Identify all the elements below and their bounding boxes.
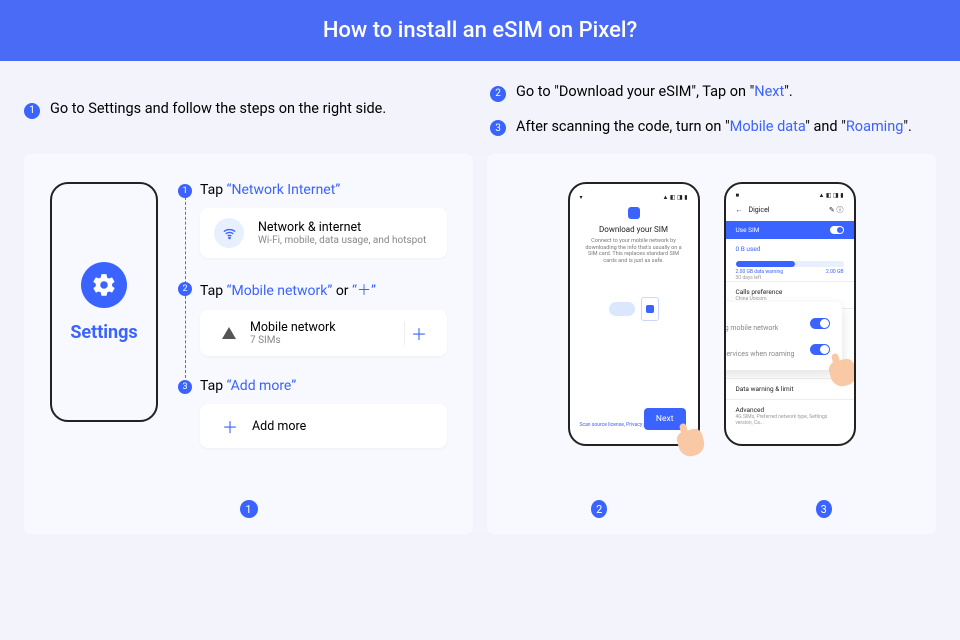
toggle-roaming[interactable]: RoamingConnect to data services when roa… [724, 336, 830, 362]
data-used: 0 B used [726, 239, 854, 253]
data-gauge [736, 261, 844, 267]
card-title: Network & internet [258, 220, 426, 235]
substep-badge-3: 3 [178, 380, 192, 394]
license-link[interactable]: Scan source license, Privacy path [580, 422, 654, 428]
intro-step-3-text: After scanning the code, turn on "Mobile… [516, 118, 912, 135]
mobile-data-switch[interactable] [810, 318, 830, 329]
page-title: How to install an eSIM on Pixel? [0, 0, 960, 61]
panel-foot-badge-3: 3 [816, 500, 832, 518]
phone-carrier-settings: ■▲ ◧ ◨ ▮ Digicel✎ ⓘ Use SIM 0 B used 2.0… [724, 182, 856, 446]
roaming-switch[interactable] [810, 344, 830, 355]
pointer-hand-icon [675, 427, 707, 459]
title-text: How to install an eSIM on Pixel? [323, 18, 637, 43]
substep-3: 3 Tap “Add more” ＋ Add more [178, 378, 447, 448]
step-badge-1: 1 [24, 103, 40, 119]
panel-2: ▾▲ ◧ ◨ ▮ Download your SIM Connect to yo… [487, 154, 936, 534]
card-title: Mobile network [250, 320, 336, 335]
settings-phone: Settings [50, 182, 158, 422]
highlight-mobile-data: Mobile data [730, 118, 806, 135]
intro-step-1-text: Go to Settings and follow the steps on t… [50, 100, 386, 117]
download-sim-title: Download your SIM [580, 225, 688, 234]
substep-2: 2 Tap “Mobile network” or “＋” Mobile net… [178, 280, 447, 356]
card-mobile-network[interactable]: Mobile network 7 SIMs ＋ [200, 310, 447, 356]
substep-badge-1: 1 [178, 184, 192, 198]
use-sim-toggle[interactable] [830, 226, 844, 234]
panel-foot-badge-2: 2 [591, 500, 607, 518]
intro-row: 1 Go to Settings and follow the steps on… [0, 61, 960, 146]
substep-2-caption: Tap “Mobile network” or “＋” [200, 280, 447, 300]
panels: Settings 1 Tap “Network Internet” Networ… [0, 146, 960, 558]
panel-foot-badge-1: 1 [240, 500, 258, 518]
plus-icon: ＋ [222, 414, 238, 438]
use-sim-row[interactable]: Use SIM [726, 221, 854, 239]
step-badge-3: 3 [490, 120, 506, 136]
substep-badge-2: 2 [178, 282, 192, 296]
intro-step-2: 2 Go to "Download your eSIM", Tap on "Ne… [490, 83, 936, 102]
substep-1-caption: Tap “Network Internet” [200, 182, 447, 198]
sim-illustration [580, 282, 688, 336]
intro-step-1: 1 Go to Settings and follow the steps on… [24, 100, 470, 119]
plus-icon[interactable]: ＋ [404, 321, 433, 345]
card-title: Add more [252, 419, 306, 434]
sim-icon [641, 297, 659, 321]
download-sim-body: Connect to your mobile network by downlo… [580, 238, 688, 264]
intro-step-2-text: Go to "Download your eSIM", Tap on "Next… [516, 83, 793, 100]
card-subtitle: 7 SIMs [250, 335, 336, 346]
row-advanced[interactable]: Advanced4G SIMs, Preferred network type,… [726, 399, 854, 432]
highlight-next: Next [754, 83, 784, 100]
settings-label: Settings [70, 322, 137, 343]
substep-3-caption: Tap “Add more” [200, 378, 447, 394]
card-subtitle: Wi-Fi, mobile, data usage, and hotspot [258, 235, 426, 246]
gear-icon [81, 262, 127, 308]
panel-1: Settings 1 Tap “Network Internet” Networ… [24, 154, 473, 534]
toggle-mobile-data[interactable]: Mobile dataAccess data using mobile netw… [724, 310, 830, 336]
substep-1: 1 Tap “Network Internet” Network & inter… [178, 182, 447, 258]
phone-download-sim: ▾▲ ◧ ◨ ▮ Download your SIM Connect to yo… [568, 182, 700, 446]
card-add-more[interactable]: ＋ Add more [200, 404, 447, 448]
signal-icon [222, 327, 236, 339]
intro-step-3: 3 After scanning the code, turn on "Mobi… [490, 118, 936, 137]
card-network-internet[interactable]: Network & internet Wi-Fi, mobile, data u… [200, 208, 447, 258]
lock-icon [628, 207, 640, 219]
highlight-roaming: Roaming [846, 118, 903, 135]
wifi-icon [214, 218, 244, 248]
cloud-icon [609, 302, 635, 316]
carrier-title: Digicel✎ ⓘ [726, 203, 854, 217]
step-badge-2: 2 [490, 86, 506, 102]
overlay-toggles: Mobile dataAccess data using mobile netw… [724, 302, 842, 370]
